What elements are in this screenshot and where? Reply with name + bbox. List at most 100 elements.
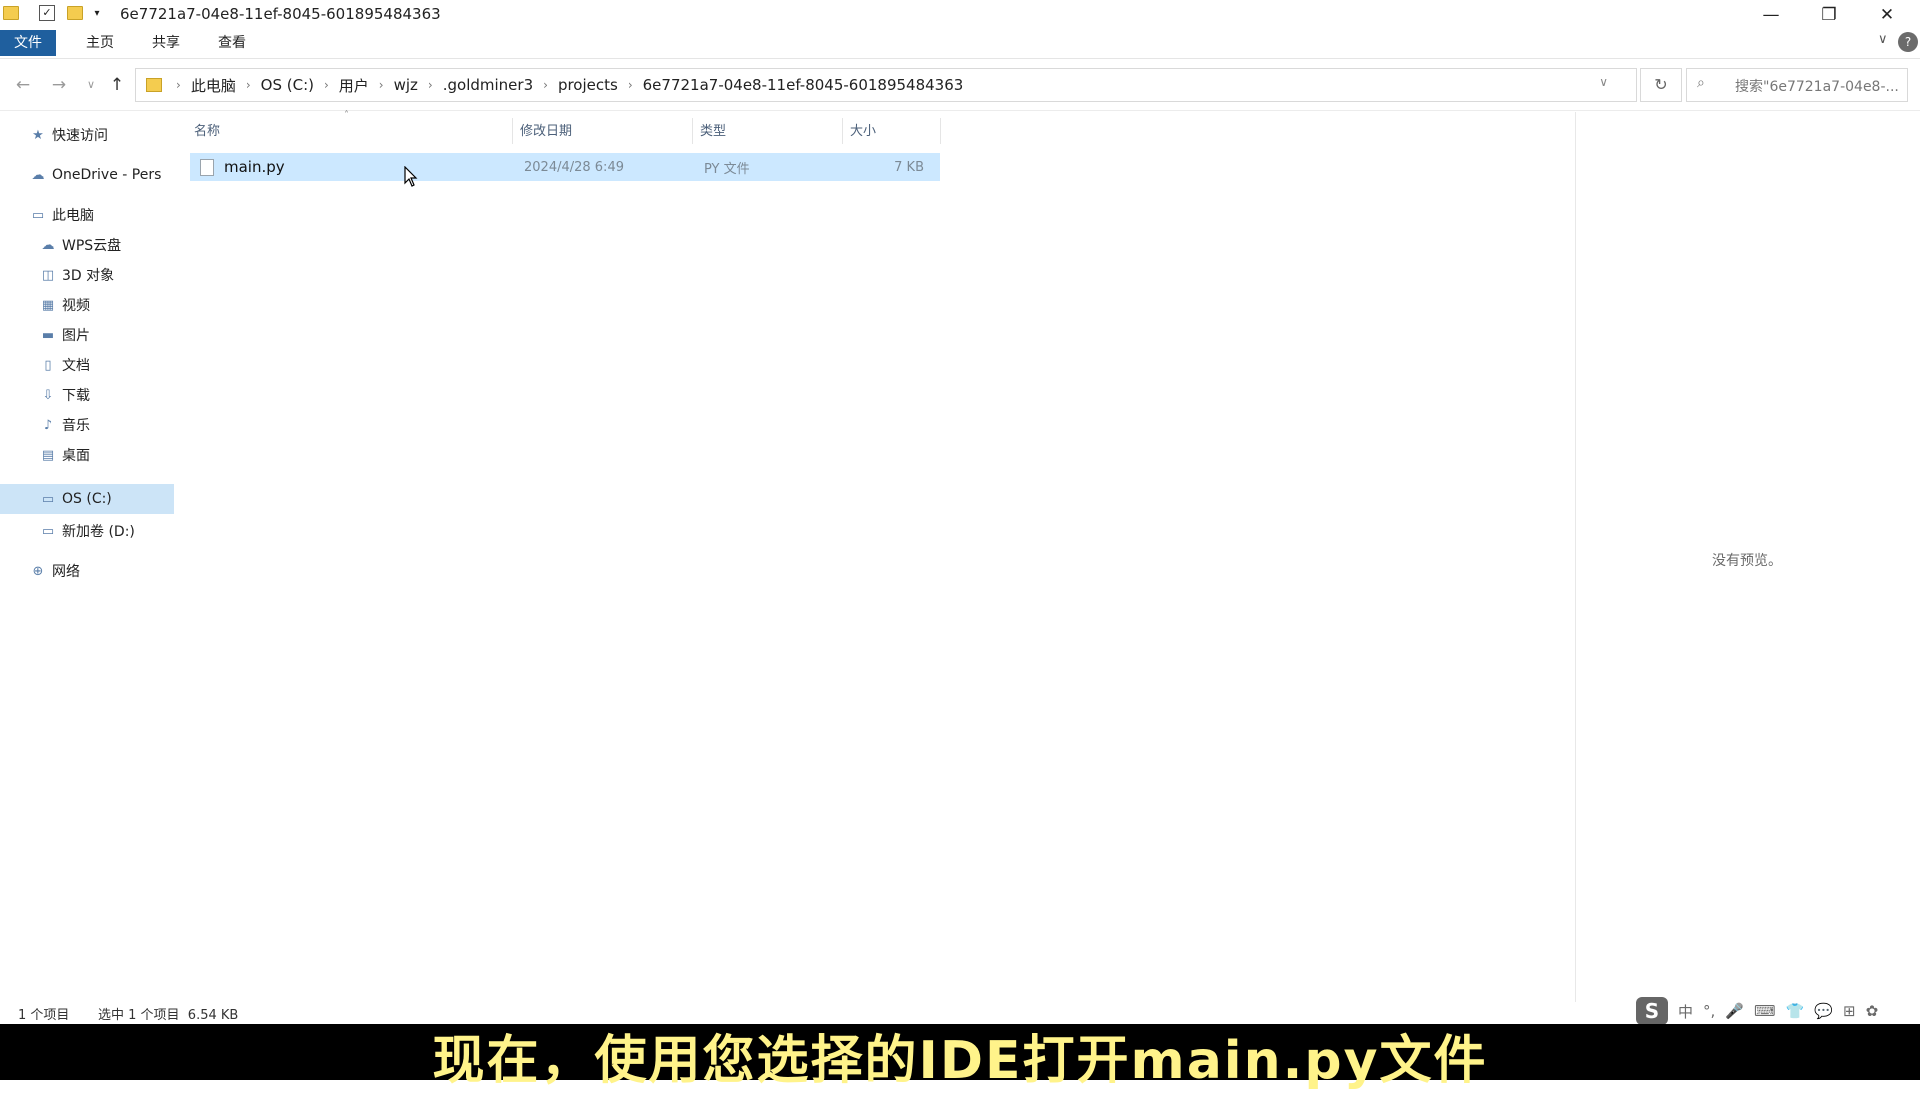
tab-file[interactable]: 文件 [0, 30, 56, 56]
close-button[interactable]: ✕ [1858, 0, 1916, 30]
address-bar[interactable]: › 此电脑 › OS (C:) › 用户 › wjz › .goldminer3… [135, 68, 1637, 102]
sidebar-item-label: 文档 [62, 358, 90, 374]
computer-icon: ▭ [31, 207, 45, 223]
tab-home[interactable]: 主页 [72, 30, 128, 56]
column-header-date[interactable]: 修改日期 [520, 121, 572, 143]
tab-view[interactable]: 查看 [204, 30, 260, 56]
sidebar-item-network[interactable]: ⊕ 网络 [30, 558, 80, 584]
sidebar-item-label: 新加卷 (D:) [62, 524, 135, 540]
sidebar-item-documents[interactable]: ▯ 文档 [40, 352, 90, 378]
preview-pane-divider[interactable] [1575, 112, 1576, 1002]
sidebar-item-label: 3D 对象 [62, 268, 115, 284]
sidebar-item-onedrive[interactable]: ☁ OneDrive - Pers [30, 162, 162, 188]
forward-button[interactable]: → [46, 72, 72, 98]
sidebar-item-label: 图片 [62, 328, 90, 344]
window-title: 6e7721a7-04e8-11ef-8045-601895484363 [120, 5, 441, 23]
sidebar-item-pictures[interactable]: ▬ 图片 [40, 322, 90, 348]
sidebar-item-3d-objects[interactable]: ◫ 3D 对象 [40, 262, 114, 288]
sidebar-item-this-pc[interactable]: ▭ 此电脑 [30, 202, 94, 228]
chevron-right-icon[interactable]: › [624, 78, 637, 92]
column-divider[interactable] [512, 118, 513, 144]
chevron-right-icon[interactable]: › [539, 78, 552, 92]
column-header-name[interactable]: 名称 [194, 121, 220, 143]
download-icon: ⇩ [42, 387, 54, 403]
sidebar-item-label: OneDrive - Pers [52, 167, 162, 183]
restore-button[interactable]: ❐ [1800, 0, 1858, 30]
star-icon: ★ [32, 127, 44, 143]
sidebar-item-videos[interactable]: ▦ 视频 [40, 292, 90, 318]
sidebar-item-wps-cloud[interactable]: ☁ WPS云盘 [40, 232, 122, 258]
crumb-projects[interactable]: projects [552, 76, 624, 94]
cube-icon: ◫ [41, 267, 55, 283]
new-folder-icon[interactable] [66, 4, 84, 22]
chevron-right-icon[interactable]: › [320, 78, 333, 92]
crumb-goldminer3[interactable]: .goldminer3 [437, 76, 539, 94]
network-icon: ⊕ [32, 563, 44, 579]
crumb-wjz[interactable]: wjz [388, 76, 424, 94]
sidebar-item-label: WPS云盘 [62, 238, 122, 254]
search-input[interactable]: ⌕ 搜索"6e7721a7-04e8-... [1686, 68, 1908, 102]
sort-ascending-icon: ˄ [344, 110, 349, 121]
sidebar-item-music[interactable]: ♪ 音乐 [40, 412, 90, 438]
sidebar-item-label: 视频 [62, 298, 90, 314]
drive-icon: ▭ [41, 491, 55, 507]
mouse-cursor-icon [404, 166, 418, 187]
expand-ribbon-icon[interactable]: ∨ [1878, 32, 1898, 52]
back-button[interactable]: ← [10, 72, 36, 98]
chevron-right-icon[interactable]: › [172, 78, 185, 92]
refresh-icon[interactable]: ↻ [1640, 68, 1682, 102]
file-date: 2024/4/28 6:49 [524, 159, 624, 175]
column-header-size[interactable]: 大小 [850, 121, 876, 143]
drive-icon: ▭ [41, 523, 55, 539]
sidebar-item-label: 桌面 [62, 448, 90, 464]
minimize-button[interactable]: — [1742, 0, 1800, 30]
chevron-right-icon[interactable]: › [424, 78, 437, 92]
customize-toolbar-icon[interactable]: ▾ [88, 4, 106, 22]
sidebar-item-desktop[interactable]: ▤ 桌面 [40, 442, 90, 468]
desktop-icon: ▤ [41, 447, 55, 463]
file-size: 7 KB [894, 159, 924, 175]
sidebar-item-os-c[interactable]: ▭ OS (C:) [0, 484, 174, 514]
up-button[interactable]: ↑ [104, 72, 130, 98]
image-icon: ▬ [41, 327, 55, 343]
column-divider[interactable] [842, 118, 843, 144]
sidebar-item-label: 此电脑 [52, 208, 94, 224]
video-subtitle: 现在，使用您选择的IDE打开main.py文件 [432, 1031, 1488, 1091]
folder-icon [146, 78, 162, 92]
column-headers: ˄ 名称 修改日期 类型 大小 [190, 110, 942, 144]
sidebar-item-label: 快速访问 [52, 128, 108, 144]
crumb-current-folder[interactable]: 6e7721a7-04e8-11ef-8045-601895484363 [637, 76, 970, 94]
search-icon: ⌕ [1697, 75, 1705, 91]
navigation-bar: ← → ∨ ↑ › 此电脑 › OS (C:) › 用户 › wjz › .go… [0, 60, 1920, 111]
sidebar-item-label: 音乐 [62, 418, 90, 434]
file-name: main.py [224, 158, 285, 176]
no-preview-text: 没有预览。 [1712, 553, 1782, 569]
help-icon[interactable]: ? [1898, 32, 1918, 52]
sidebar-item-label: 下载 [62, 388, 90, 404]
document-icon: ▯ [44, 357, 52, 373]
sidebar-item-downloads[interactable]: ⇩ 下载 [40, 382, 90, 408]
address-dropdown-icon[interactable]: ∨ [1599, 75, 1608, 89]
chevron-right-icon[interactable]: › [375, 78, 388, 92]
sidebar-item-label: OS (C:) [62, 491, 112, 507]
sidebar-item-drive-d[interactable]: ▭ 新加卷 (D:) [40, 518, 135, 544]
crumb-this-pc[interactable]: 此电脑 [185, 75, 242, 96]
sidebar-item-label: 网络 [52, 564, 80, 580]
folder-icon [2, 4, 20, 22]
tab-share[interactable]: 共享 [138, 30, 194, 56]
chevron-right-icon[interactable]: › [242, 78, 255, 92]
music-icon: ♪ [43, 417, 53, 433]
recent-locations-button[interactable]: ∨ [78, 72, 104, 98]
properties-check-icon[interactable]: ✓ [38, 4, 56, 22]
sidebar-item-quick-access[interactable]: ★ 快速访问 [30, 122, 108, 148]
column-divider[interactable] [692, 118, 693, 144]
column-divider[interactable] [940, 118, 941, 144]
table-row[interactable]: main.py 2024/4/28 6:49 PY 文件 7 KB [190, 153, 940, 181]
breadcrumb: › 此电脑 › OS (C:) › 用户 › wjz › .goldminer3… [146, 69, 969, 101]
cloud-icon: ☁ [31, 167, 45, 183]
crumb-users[interactable]: 用户 [333, 75, 375, 96]
navigation-pane: ★ 快速访问 ☁ OneDrive - Pers ▭ 此电脑 ☁ WPS云盘 ◫ 3D 对… [0, 112, 174, 1002]
crumb-os-c[interactable]: OS (C:) [255, 76, 320, 94]
column-header-type[interactable]: 类型 [700, 121, 726, 143]
python-file-icon [200, 158, 214, 176]
